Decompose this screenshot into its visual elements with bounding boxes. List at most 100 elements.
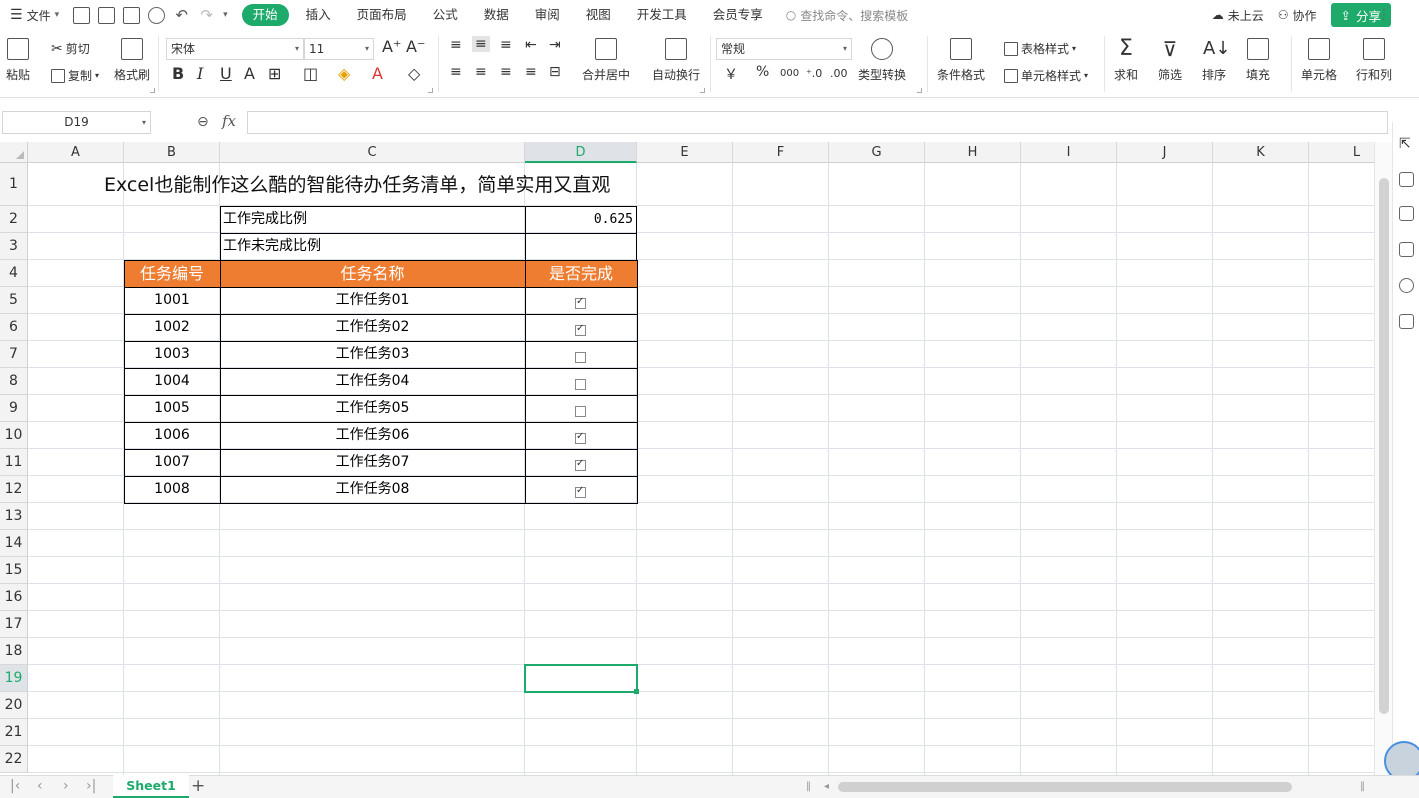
location-icon[interactable]: [1399, 278, 1414, 293]
row-header-20[interactable]: 20: [0, 692, 28, 719]
column-header-a[interactable]: A: [28, 142, 124, 163]
align-top-icon[interactable]: ≡: [450, 37, 462, 53]
decrease-decimal-icon[interactable]: .00: [830, 67, 848, 80]
tab-formulas[interactable]: 公式: [420, 4, 471, 26]
row-header-4[interactable]: 4: [0, 260, 28, 287]
type-convert-button[interactable]: 类型转换: [858, 38, 906, 83]
chevron-down-icon[interactable]: ▾: [223, 10, 228, 20]
column-header-d[interactable]: D: [525, 142, 637, 163]
column-header-b[interactable]: B: [124, 142, 220, 163]
merge-center-button[interactable]: 合并居中: [582, 38, 630, 83]
gallery-icon[interactable]: [1399, 242, 1414, 257]
zoom-formula-icon[interactable]: ⊖: [197, 114, 209, 130]
filter-button[interactable]: ⊽ 筛选: [1158, 38, 1182, 83]
increase-font-icon[interactable]: A⁺: [382, 37, 401, 56]
cell-style-button[interactable]: 单元格样式 ▾: [1004, 67, 1088, 84]
tab-view[interactable]: 视图: [573, 4, 624, 26]
clear-format-icon[interactable]: ◇: [408, 64, 420, 83]
cloud-status[interactable]: ☁ 未上云: [1212, 7, 1264, 24]
row-header-18[interactable]: 18: [0, 638, 28, 665]
row-header-6[interactable]: 6: [0, 314, 28, 341]
distributed-icon[interactable]: ⊟: [549, 64, 561, 80]
sort-button[interactable]: A↓ 排序: [1202, 38, 1230, 83]
align-middle-icon[interactable]: ≡: [472, 36, 490, 52]
function-icon[interactable]: fx: [222, 112, 236, 130]
book-icon[interactable]: [1399, 314, 1414, 329]
column-header-c[interactable]: C: [220, 142, 525, 163]
row-header-21[interactable]: 21: [0, 719, 28, 746]
scroll-split-handle[interactable]: ‖: [806, 781, 811, 792]
tab-data[interactable]: 数据: [471, 4, 522, 26]
thousands-icon[interactable]: 000: [780, 68, 799, 79]
tab-review[interactable]: 审阅: [522, 4, 573, 26]
number-launcher[interactable]: [917, 88, 922, 93]
cut-button[interactable]: ✂ 剪切: [51, 40, 90, 57]
font-color-icon[interactable]: A: [372, 64, 383, 83]
bold-icon[interactable]: B: [172, 64, 184, 83]
align-left-icon[interactable]: ≡: [450, 64, 462, 80]
row-header-5[interactable]: 5: [0, 287, 28, 314]
sheet-tab-sheet1[interactable]: Sheet1: [113, 775, 189, 798]
row-header-19[interactable]: 19: [0, 665, 28, 692]
row-header-15[interactable]: 15: [0, 557, 28, 584]
formula-input[interactable]: [247, 111, 1388, 134]
align-bottom-icon[interactable]: ≡: [500, 37, 512, 53]
next-sheet-icon[interactable]: ›: [63, 778, 69, 794]
cell-shading-icon[interactable]: ◫: [303, 64, 318, 83]
row-header-17[interactable]: 17: [0, 611, 28, 638]
last-sheet-icon[interactable]: ›|: [86, 778, 96, 794]
column-header-f[interactable]: F: [733, 142, 829, 163]
file-menu[interactable]: ☰ 文件 ▾: [0, 0, 59, 30]
column-header-g[interactable]: G: [829, 142, 925, 163]
fill-color-icon[interactable]: ◈: [338, 64, 350, 83]
font-launcher[interactable]: [428, 88, 433, 93]
percent-icon[interactable]: %: [756, 64, 769, 80]
cell-button[interactable]: 单元格: [1301, 38, 1337, 83]
wrap-text-button[interactable]: 自动换行: [652, 38, 700, 83]
print-preview-icon[interactable]: [148, 6, 166, 24]
tab-page-layout[interactable]: 页面布局: [344, 4, 420, 26]
scroll-split-handle-right[interactable]: ‖: [1360, 781, 1365, 792]
redo-icon[interactable]: ↷: [198, 6, 215, 24]
row-header-1[interactable]: 1: [0, 163, 28, 206]
justify-icon[interactable]: ≡: [525, 64, 537, 80]
increase-decimal-icon[interactable]: ⁺.0: [806, 67, 822, 80]
save-icon[interactable]: [73, 6, 91, 24]
more-options-icon[interactable]: ⋮: [1377, 7, 1391, 23]
row-header-2[interactable]: 2: [0, 206, 28, 233]
column-header-l[interactable]: L: [1309, 142, 1374, 163]
fill-handle[interactable]: [634, 689, 639, 694]
conditional-format-button[interactable]: 条件格式: [937, 38, 985, 83]
export-pdf-icon[interactable]: [98, 6, 116, 24]
settings-sliders-icon[interactable]: [1399, 172, 1414, 187]
tab-home[interactable]: 开始: [241, 4, 289, 26]
format-painter-button[interactable]: 格式刷: [114, 38, 150, 83]
active-cell-selection[interactable]: [524, 664, 638, 693]
column-header-e[interactable]: E: [637, 142, 733, 163]
undone-ratio-value[interactable]: [525, 233, 633, 260]
decrease-font-icon[interactable]: A⁻: [406, 37, 425, 56]
row-header-22[interactable]: 22: [0, 746, 28, 773]
decrease-indent-icon[interactable]: ⇤: [525, 37, 537, 53]
clipboard-launcher[interactable]: [150, 88, 155, 93]
alignment-launcher[interactable]: [700, 88, 705, 93]
select-all-corner[interactable]: [0, 142, 28, 163]
row-col-button[interactable]: 行和列: [1356, 38, 1392, 83]
cursor-select-icon[interactable]: ⇱: [1399, 136, 1414, 152]
spreadsheet-grid[interactable]: A B C D E F G H I J K L 1 2 3 4 5 6 7 8 9 10 11 12 13 14 15 16 17 18 1…: [0, 142, 1374, 775]
prev-sheet-icon[interactable]: ‹: [37, 778, 43, 794]
strikethrough-icon[interactable]: A: [244, 64, 255, 83]
row-header-16[interactable]: 16: [0, 584, 28, 611]
command-search[interactable]: ○ 查找命令、搜索模板: [786, 7, 909, 24]
column-header-j[interactable]: J: [1117, 142, 1213, 163]
row-header-7[interactable]: 7: [0, 341, 28, 368]
row-header-12[interactable]: 12: [0, 476, 28, 503]
underline-icon[interactable]: U: [220, 64, 232, 83]
border-icon[interactable]: ⊞: [268, 64, 281, 83]
currency-icon[interactable]: ￥: [724, 64, 738, 84]
vertical-scroll-thumb[interactable]: [1379, 178, 1389, 714]
copy-button[interactable]: 复制 ▾: [51, 67, 99, 84]
tab-insert[interactable]: 插入: [293, 4, 344, 26]
align-center-icon[interactable]: ≡: [475, 64, 487, 80]
tab-developer[interactable]: 开发工具: [624, 4, 700, 26]
